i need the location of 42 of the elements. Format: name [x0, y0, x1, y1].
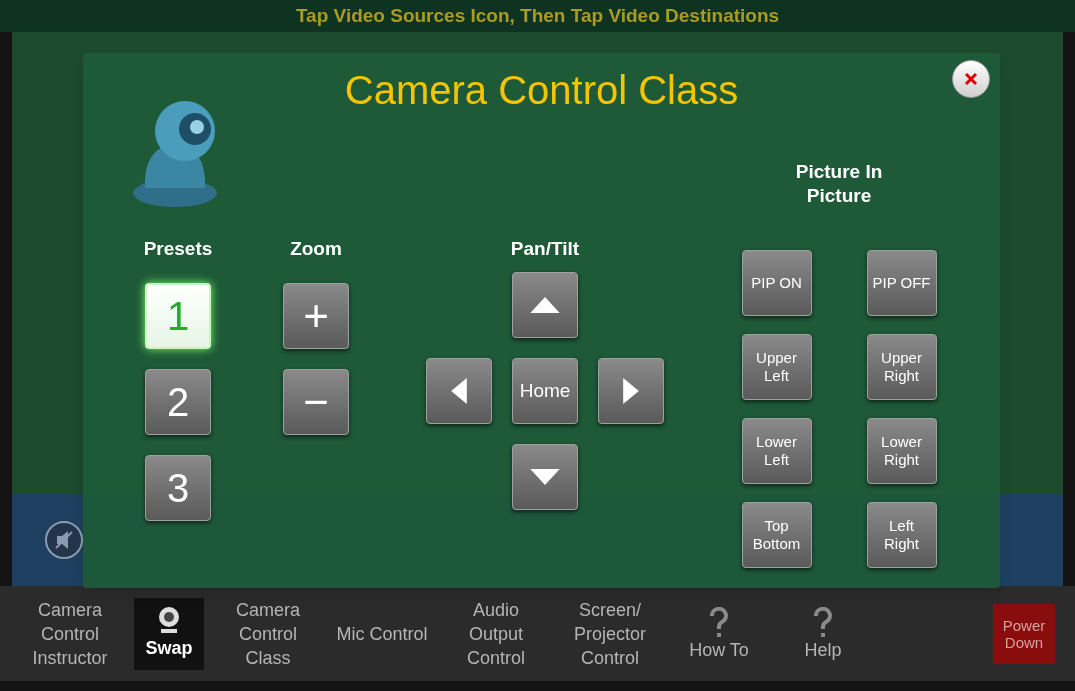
home-button[interactable]: Home [512, 358, 578, 424]
nav-button[interactable]: Screen/ Projector Control [560, 593, 660, 674]
pip-button[interactable]: PIP OFF [866, 250, 937, 316]
dialog-title: Camera Control Class [344, 67, 739, 114]
section-heading: Presets [143, 237, 213, 261]
nav-button[interactable]: Mic Control [332, 593, 432, 674]
preset-button[interactable]: 1 [145, 283, 211, 349]
pip-button[interactable]: PIP ON [741, 250, 812, 316]
close-icon [964, 72, 978, 86]
nav-button[interactable]: Camera Control Instructor [20, 593, 120, 674]
preset-button[interactable]: 2 [145, 369, 211, 435]
pip-button[interactable]: Top Bottom [741, 502, 812, 568]
pan-up-button[interactable] [512, 272, 578, 338]
question-mark-icon [813, 606, 833, 639]
mute-icon[interactable] [44, 520, 84, 560]
power-down-button[interactable]: Power Down [993, 603, 1055, 664]
section-heading: Zoom [290, 237, 342, 261]
instruction-text: Tap Video Sources Icon, Then Tap Video Destinations [295, 3, 780, 28]
pan-right-button[interactable] [598, 358, 664, 424]
close-button[interactable] [952, 60, 990, 98]
pan-down-button[interactable] [512, 444, 578, 510]
pip-button[interactable]: Left Right [866, 502, 937, 568]
swap-button[interactable]: Swap [134, 597, 204, 670]
left-arrow-icon [451, 378, 467, 404]
question-mark-icon [709, 606, 729, 639]
up-arrow-icon [530, 297, 560, 313]
pip-button[interactable]: Upper Right [866, 334, 937, 400]
help-button[interactable]: How To [674, 593, 764, 674]
pip-button[interactable]: Lower Right [866, 418, 937, 484]
nav-button[interactable]: Camera Control Class [218, 593, 318, 674]
nav-button[interactable]: Audio Output Control [446, 593, 546, 674]
section-heading: Picture In Picture [794, 160, 884, 208]
down-arrow-icon [530, 469, 560, 485]
right-arrow-icon [623, 378, 639, 404]
pan-left-button[interactable] [426, 358, 492, 424]
section-heading: Pan/Tilt [510, 237, 580, 261]
pip-button[interactable]: Upper Left [741, 334, 812, 400]
preset-button[interactable]: 3 [145, 455, 211, 521]
help-button[interactable]: Help [778, 593, 868, 674]
zoom-out-button[interactable]: − [283, 369, 349, 435]
pip-button[interactable]: Lower Left [741, 418, 812, 484]
zoom-in-button[interactable]: + [283, 283, 349, 349]
